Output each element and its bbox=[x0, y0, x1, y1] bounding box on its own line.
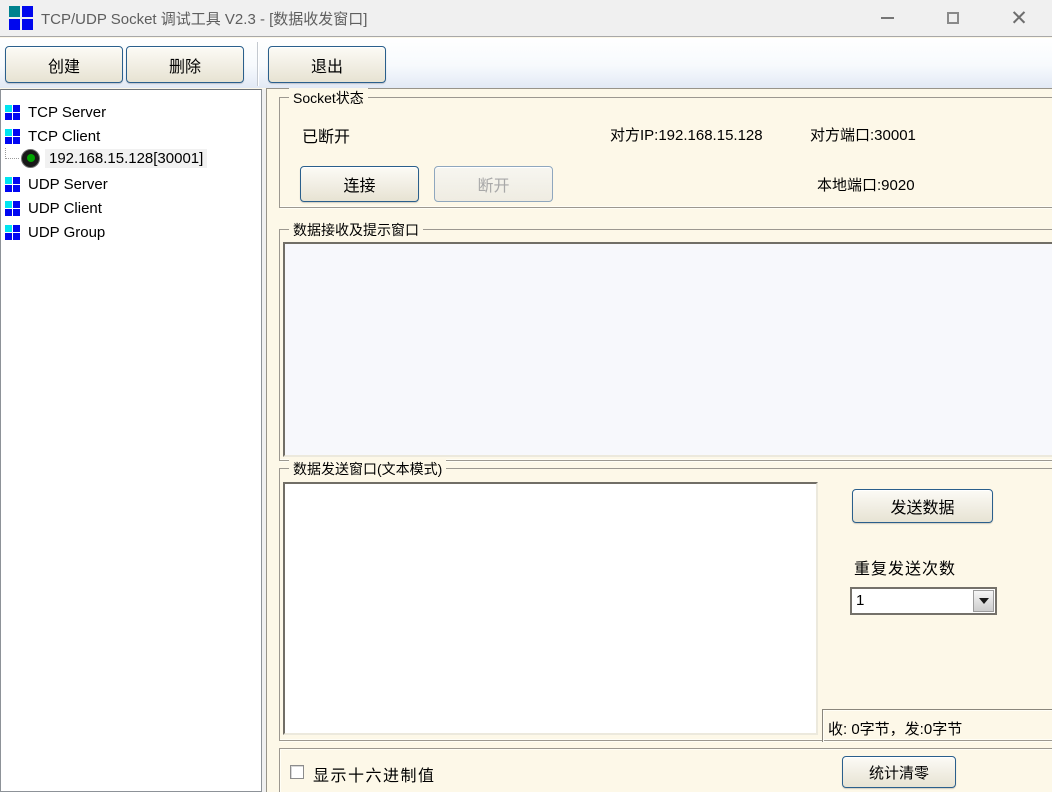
minimize-icon bbox=[881, 17, 894, 19]
close-button[interactable]: ✕ bbox=[986, 0, 1052, 36]
byte-stats-text: 收: 0字节，发:0字节 bbox=[822, 709, 1052, 742]
exit-button[interactable]: 退出 bbox=[268, 46, 386, 83]
window-title: TCP/UDP Socket 调试工具 V2.3 - [数据收发窗口] bbox=[41, 8, 367, 29]
app-icon bbox=[9, 6, 33, 30]
socket-status-group: Socket状态 已断开 对方IP:192.168.15.128 对方端口:30… bbox=[279, 97, 1052, 208]
socket-status-legend: Socket状态 bbox=[289, 88, 368, 108]
repeat-count-combobox[interactable]: 1 bbox=[850, 587, 997, 615]
hex-display-label: 显示十六进制值 bbox=[313, 762, 436, 786]
receive-group-legend: 数据接收及提示窗口 bbox=[289, 220, 423, 240]
titlebar: TCP/UDP Socket 调试工具 V2.3 - [数据收发窗口] ✕ bbox=[0, 0, 1052, 37]
connection-tree: TCP Server TCP Client 192.168.15.128[300… bbox=[0, 89, 262, 792]
maximize-icon bbox=[947, 12, 959, 24]
window-controls: ✕ bbox=[854, 0, 1052, 36]
disconnect-button[interactable]: 断开 bbox=[434, 166, 553, 202]
connection-status-icon bbox=[21, 149, 40, 168]
tree-item-label: UDP Server bbox=[28, 176, 108, 193]
tree-item-label: 192.168.15.128[30001] bbox=[45, 149, 207, 168]
send-textarea[interactable] bbox=[283, 482, 818, 735]
tree-item-label: UDP Client bbox=[28, 200, 102, 217]
tree-item-label: TCP Client bbox=[28, 128, 100, 145]
chevron-down-icon bbox=[979, 598, 989, 604]
tree-item-label: TCP Server bbox=[28, 104, 106, 121]
tree-item-udp-server[interactable]: UDP Server bbox=[5, 173, 108, 195]
socket-type-icon bbox=[5, 129, 20, 144]
repeat-count-value: 1 bbox=[856, 592, 864, 609]
receive-textarea[interactable] bbox=[283, 242, 1052, 457]
toolbar: 创建 删除 退出 bbox=[0, 38, 1052, 88]
session-panel: Socket状态 已断开 对方IP:192.168.15.128 对方端口:30… bbox=[266, 88, 1052, 792]
tree-item-udp-client[interactable]: UDP Client bbox=[5, 197, 102, 219]
connect-button[interactable]: 连接 bbox=[300, 166, 419, 202]
create-button[interactable]: 创建 bbox=[5, 46, 123, 83]
hex-display-checkbox[interactable] bbox=[290, 765, 304, 779]
tree-item-udp-group[interactable]: UDP Group bbox=[5, 221, 105, 243]
repeat-count-label: 重复发送次数 bbox=[854, 555, 956, 579]
tree-elbow-connector bbox=[5, 148, 19, 159]
tree-item-tcp-server[interactable]: TCP Server bbox=[5, 101, 106, 123]
bottom-options-group: 显示十六进制值 统计清零 bbox=[279, 748, 1052, 792]
connection-state-text: 已断开 bbox=[302, 123, 350, 147]
socket-type-icon bbox=[5, 177, 20, 192]
socket-type-icon bbox=[5, 225, 20, 240]
tree-item-tcp-client[interactable]: TCP Client bbox=[5, 125, 100, 147]
close-icon: ✕ bbox=[1010, 8, 1028, 29]
tree-item-label: UDP Group bbox=[28, 224, 105, 241]
send-data-button[interactable]: 发送数据 bbox=[852, 489, 993, 523]
clear-stats-button[interactable]: 统计清零 bbox=[842, 756, 956, 788]
local-port-text: 本地端口:9020 bbox=[817, 174, 915, 195]
combobox-dropdown-button[interactable] bbox=[973, 590, 994, 612]
minimize-button[interactable] bbox=[854, 0, 920, 36]
socket-type-icon bbox=[5, 201, 20, 216]
send-group-legend: 数据发送窗口(文本模式) bbox=[289, 459, 446, 479]
peer-ip-text: 对方IP:192.168.15.128 bbox=[610, 124, 763, 145]
maximize-button[interactable] bbox=[920, 0, 986, 36]
delete-button[interactable]: 删除 bbox=[126, 46, 244, 83]
app-window: TCP/UDP Socket 调试工具 V2.3 - [数据收发窗口] ✕ 创建… bbox=[0, 0, 1052, 792]
peer-port-text: 对方端口:30001 bbox=[810, 124, 916, 145]
socket-type-icon bbox=[5, 105, 20, 120]
toolbar-separator bbox=[257, 42, 258, 86]
tree-item-connection[interactable]: 192.168.15.128[30001] bbox=[1, 147, 207, 169]
receive-group: 数据接收及提示窗口 bbox=[279, 229, 1052, 461]
send-group: 数据发送窗口(文本模式) 发送数据 重复发送次数 1 收: 0字节，发:0字节 bbox=[279, 468, 1052, 741]
